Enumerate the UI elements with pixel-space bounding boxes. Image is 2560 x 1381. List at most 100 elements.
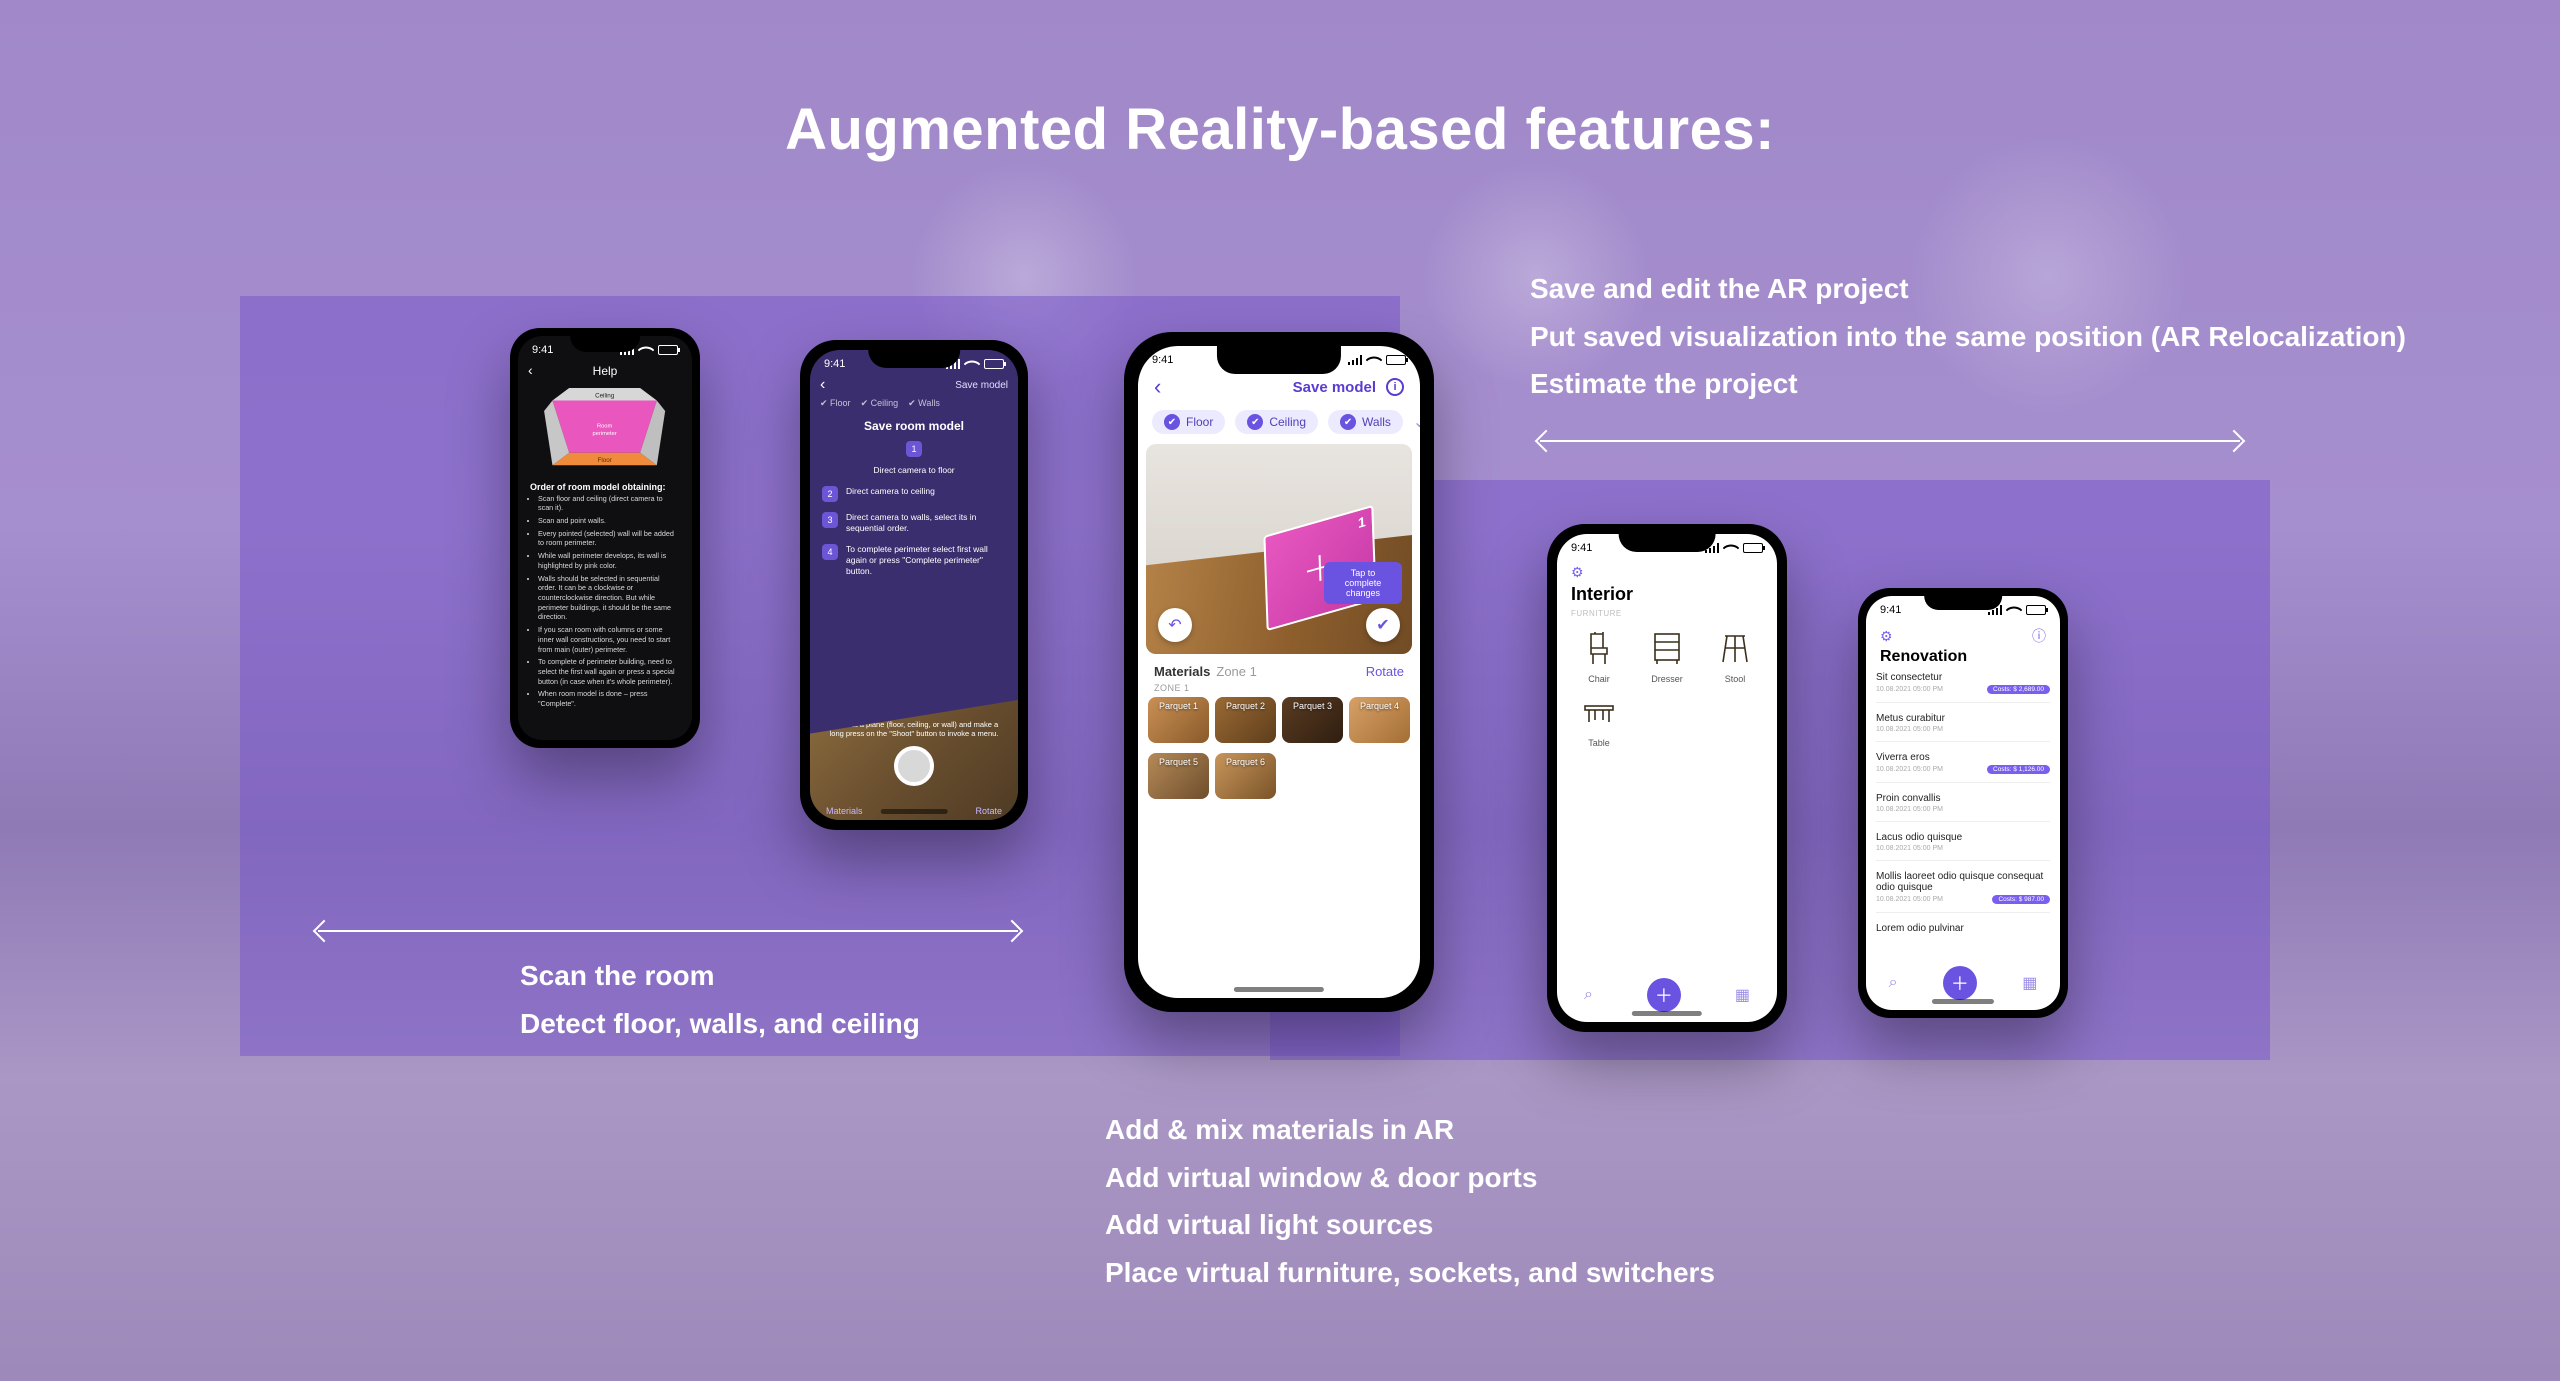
save-model-link[interactable]: Save model	[955, 380, 1008, 391]
confirm-button[interactable]: ✔	[1366, 608, 1400, 642]
cost-badge: Costs: $ 2,689.00	[1987, 685, 2050, 694]
cost-badge: Costs: $ 1,126.00	[1987, 765, 2050, 774]
svg-text:Ceiling: Ceiling	[595, 392, 615, 399]
stage: Augmented Reality-based features: Save a…	[0, 0, 2560, 1381]
bottom-nav: ⌕ ＋ ▦	[1866, 966, 2060, 1000]
help-bullet: Scan floor and ceiling (direct camera to…	[538, 494, 678, 513]
furniture-item[interactable]: Table	[1565, 688, 1633, 748]
zone-header: ZONE 1	[1138, 679, 1420, 693]
list-item[interactable]: Sit consectetur 10.08.2021 05:00 PMCosts…	[1876, 672, 2050, 703]
help-title: Help	[593, 364, 618, 378]
materials-link[interactable]: Materials	[826, 806, 863, 816]
status-time: 9:41	[1880, 604, 1901, 616]
chip-ceiling[interactable]: ✔Ceiling	[1235, 410, 1318, 434]
arrow-top	[1540, 440, 2240, 442]
list-item[interactable]: Lacus odio quisque 10.08.2021 05:00 PM	[1876, 832, 2050, 861]
feature-item: Scan the room	[520, 952, 920, 1000]
tab-walls[interactable]: Walls	[908, 398, 940, 409]
status-time: 9:41	[1152, 354, 1173, 366]
help-list: Scan floor and ceiling (direct camera to…	[518, 494, 692, 720]
ar-viewport[interactable]: 1 Tap to complete changes ↶ ✔	[1146, 444, 1412, 654]
list-item[interactable]: Metus curabitur 10.08.2021 05:00 PM	[1876, 713, 2050, 742]
arrow-left	[318, 930, 1018, 932]
save-title: Save room model	[810, 419, 1018, 433]
undo-button[interactable]: ↶	[1158, 608, 1192, 642]
selection-tip[interactable]: Tap to complete changes	[1324, 562, 1402, 604]
help-bullet: While wall perimeter develops, its wall …	[538, 551, 678, 570]
material-tile[interactable]: Parquet 2	[1215, 697, 1276, 743]
svg-text:perimeter: perimeter	[593, 431, 617, 437]
stool-icon	[1701, 624, 1769, 672]
list-item[interactable]: Mollis laoreet odio quisque consequat od…	[1876, 871, 2050, 913]
svg-text:Floor: Floor	[598, 457, 612, 464]
help-subhead: Order of room model obtaining:	[518, 478, 692, 494]
list-item[interactable]: Proin convallis 10.08.2021 05:00 PM	[1876, 793, 2050, 822]
chevron-down-icon[interactable]: ⌄	[1413, 412, 1420, 432]
material-tile[interactable]: Parquet 6	[1215, 753, 1276, 799]
help-bullet: Walls should be selected in sequential o…	[538, 574, 678, 623]
phone-save-model: 9:41 ‹ Save model Floor Ceiling Walls Sa…	[800, 340, 1028, 830]
interior-title: Interior	[1557, 584, 1777, 605]
info-icon[interactable]: i	[1386, 378, 1404, 396]
shoot-hint: Direct at a plane (floor, ceiling, or wa…	[810, 720, 1018, 738]
step-text: Direct camera to walls, select its in se…	[846, 512, 1006, 534]
help-bullet: When room model is done – press "Complet…	[538, 689, 678, 708]
step-text: To complete perimeter select first wall …	[846, 544, 1006, 577]
help-bullet: Scan and point walls.	[538, 516, 678, 526]
feature-item: Place virtual furniture, sockets, and sw…	[1105, 1249, 1715, 1297]
chip-floor[interactable]: ✔Floor	[1152, 410, 1225, 434]
layers-icon[interactable]: ▦	[2022, 973, 2037, 993]
tab-floor[interactable]: Floor	[820, 398, 851, 409]
materials-label: MaterialsZone 1	[1154, 664, 1257, 679]
layers-icon[interactable]: ▦	[1735, 985, 1750, 1005]
material-tile[interactable]: Parquet 1	[1148, 697, 1209, 743]
list-item[interactable]: Lorem odio pulvinar	[1876, 923, 2050, 942]
furniture-item[interactable]: Chair	[1565, 624, 1633, 684]
phone-renovation: 9:41 ⚙ ⓘ Renovation Sit consectetur 10.0…	[1858, 588, 2068, 1018]
room-diagram: Ceiling Room perimeter Floor	[542, 388, 667, 472]
camera-plane: Direct at a plane (floor, ceiling, or wa…	[810, 700, 1018, 820]
renovation-title: Renovation	[1866, 648, 2060, 666]
renovation-list: Sit consectetur 10.08.2021 05:00 PMCosts…	[1866, 666, 2060, 948]
step-text: Direct camera to ceiling	[846, 486, 935, 497]
add-button[interactable]: ＋	[1647, 978, 1681, 1012]
chair-icon	[1565, 624, 1633, 672]
add-button[interactable]: ＋	[1943, 966, 1977, 1000]
svg-text:Room: Room	[597, 424, 613, 430]
status-time: 9:41	[1571, 542, 1592, 554]
chip-walls[interactable]: ✔Walls	[1328, 410, 1403, 434]
tab-ceiling[interactable]: Ceiling	[861, 398, 899, 409]
cost-badge: Costs: $ 987.00	[1992, 895, 2050, 904]
surface-tabs: Floor Ceiling Walls	[810, 396, 1018, 415]
search-icon[interactable]: ⌕	[1584, 986, 1593, 1004]
phone-help: 9:41 ‹ Help Ceiling Room perimeter Floor	[510, 328, 700, 748]
page-title: Augmented Reality-based features:	[0, 96, 2560, 163]
features-bottom-left: Scan the room Detect floor, walls, and c…	[520, 952, 920, 1047]
interior-subhead: FURNITURE	[1557, 605, 1777, 620]
help-bullet: Every pointed (selected) wall will be ad…	[538, 529, 678, 548]
feature-item: Add virtual light sources	[1105, 1201, 1715, 1249]
back-icon[interactable]: ‹	[1154, 374, 1161, 400]
furniture-item[interactable]: Dresser	[1633, 624, 1701, 684]
gear-icon[interactable]: ⚙	[1571, 564, 1584, 580]
material-tile[interactable]: Parquet 4	[1349, 697, 1410, 743]
rotate-link[interactable]: Rotate	[975, 806, 1002, 816]
material-tile[interactable]: Parquet 3	[1282, 697, 1343, 743]
search-icon[interactable]: ⌕	[1889, 974, 1898, 992]
save-model-link[interactable]: Save model	[1293, 379, 1376, 396]
furniture-item[interactable]: Stool	[1701, 624, 1769, 684]
phone-materials: 9:41 ‹ Save model i ✔Floor ✔Ceiling ✔Wal…	[1124, 332, 1434, 1012]
rotate-link[interactable]: Rotate	[1366, 664, 1404, 679]
back-icon[interactable]: ‹	[820, 376, 825, 394]
info-icon[interactable]: ⓘ	[2032, 626, 2046, 646]
feature-item: Estimate the project	[1530, 360, 2406, 408]
features-bottom-center: Add & mix materials in AR Add virtual wi…	[1105, 1106, 1715, 1296]
feature-item: Add & mix materials in AR	[1105, 1106, 1715, 1154]
list-item[interactable]: Viverra eros 10.08.2021 05:00 PMCosts: $…	[1876, 752, 2050, 783]
help-bullet: If you scan room with columns or some in…	[538, 625, 678, 654]
dresser-icon	[1633, 624, 1701, 672]
material-tile[interactable]: Parquet 5	[1148, 753, 1209, 799]
shoot-button[interactable]	[894, 746, 934, 786]
back-icon[interactable]: ‹	[528, 362, 533, 378]
gear-icon[interactable]: ⚙	[1880, 628, 1893, 645]
